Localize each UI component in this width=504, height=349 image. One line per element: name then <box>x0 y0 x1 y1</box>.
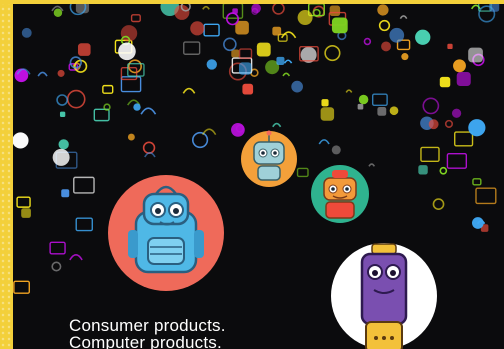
banner-illustration: Consumer products. Computer products. <box>0 0 504 349</box>
purple-robot <box>331 243 437 349</box>
yellow-top-border <box>0 0 504 4</box>
small-red-robot <box>311 165 369 223</box>
caption-computer-products: Computer products. <box>69 333 222 349</box>
yellow-left-border <box>0 0 13 349</box>
small-orange-robot <box>241 130 297 187</box>
backpack-robot <box>108 175 224 291</box>
